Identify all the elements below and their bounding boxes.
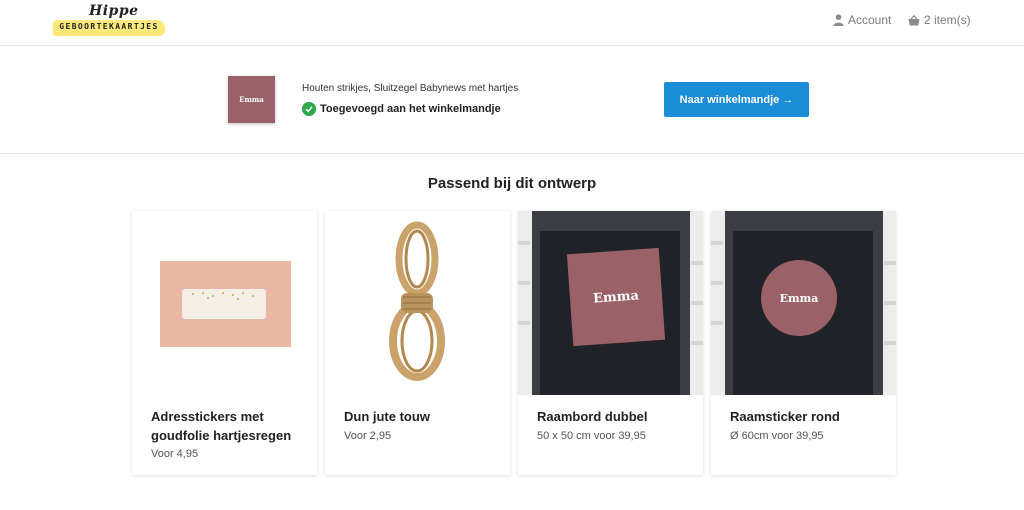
product-title: Adresstickers met goudfolie hartjesregen xyxy=(151,409,292,443)
product-title: Raamsticker rond xyxy=(730,409,840,424)
account-label: Account xyxy=(848,13,892,27)
product-image xyxy=(325,211,510,395)
product-price: Voor 4,95 xyxy=(151,448,199,460)
product-card-raamsticker-rond[interactable]: Emma Raamsticker rond Ø 60cm voor 39,95 xyxy=(711,211,896,475)
site-header: Hippe GEBOORTEKAARTJES Account 2 item(s) xyxy=(0,0,1024,46)
product-image: Emma xyxy=(711,211,896,395)
product-title: Dun jute touw xyxy=(344,409,430,424)
go-to-cart-button[interactable]: Naar winkelmandje → xyxy=(664,82,809,117)
sign-label: Emma xyxy=(592,287,640,307)
product-image: Emma xyxy=(518,211,703,395)
logo-subtitle: GEBOORTEKAARTJES xyxy=(59,22,159,31)
product-image xyxy=(132,211,317,395)
cart-link[interactable]: 2 item(s) xyxy=(908,13,971,27)
user-icon xyxy=(833,14,844,26)
round-sticker-illustration: Emma xyxy=(761,260,837,336)
check-circle-icon xyxy=(302,102,316,116)
added-to-cart-bar: Emma Houten strikjes, Sluitzegel Babynew… xyxy=(0,46,1024,154)
added-status-text: Toegevoegd aan het winkelmandje xyxy=(320,103,501,115)
twine-illustration xyxy=(389,221,445,381)
logo-script: Hippe xyxy=(89,3,139,19)
envelope-illustration xyxy=(160,261,291,347)
product-card-raambord-dubbel[interactable]: Emma Raambord dubbel 50 x 50 cm voor 39,… xyxy=(518,211,703,475)
basket-icon xyxy=(908,14,920,25)
product-price: 50 x 50 cm voor 39,95 xyxy=(537,430,646,442)
section-title: Passend bij dit ontwerp xyxy=(427,175,597,192)
address-sticker-illustration xyxy=(182,289,266,319)
product-price: Voor 2,95 xyxy=(344,430,392,442)
thumbnail-label: Emma xyxy=(239,95,264,104)
product-card-jute-touw[interactable]: Dun jute touw Voor 2,95 xyxy=(325,211,510,475)
cart-label: 2 item(s) xyxy=(924,13,971,27)
product-title: Raambord dubbel xyxy=(537,409,648,424)
added-product-thumbnail: Emma xyxy=(228,76,275,123)
sign-label: Emma xyxy=(779,291,819,305)
product-price: Ø 60cm voor 39,95 xyxy=(730,430,824,442)
added-status: Toegevoegd aan het winkelmandje xyxy=(302,102,501,116)
product-card-adresstickers[interactable]: Adresstickers met goudfolie hartjesregen… xyxy=(132,211,317,475)
added-product-name: Houten strikjes, Sluitzegel Babynews met… xyxy=(302,83,519,94)
square-sign-illustration: Emma xyxy=(566,247,666,347)
logo[interactable]: Hippe GEBOORTEKAARTJES xyxy=(53,3,165,39)
account-link[interactable]: Account xyxy=(833,13,891,27)
